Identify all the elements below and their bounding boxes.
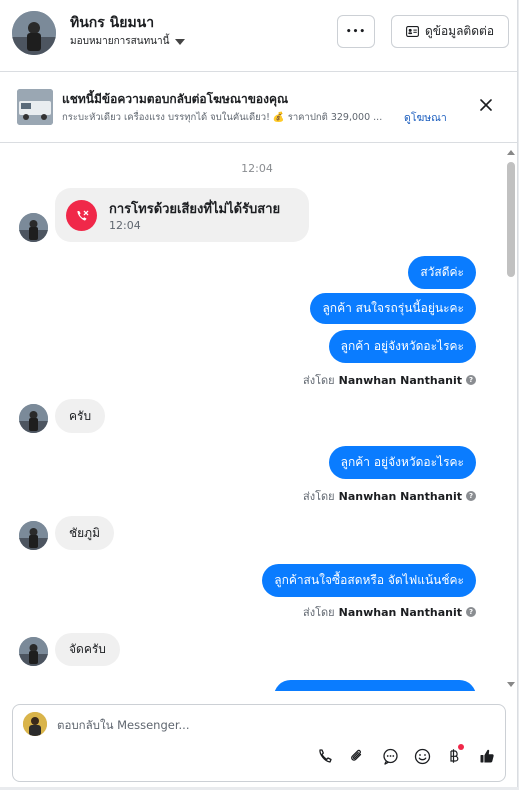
sent-by-name: Nanwhan Nanthanit [338, 489, 462, 503]
phone-icon[interactable] [315, 746, 335, 766]
reply-input[interactable] [57, 715, 477, 735]
ad-thumbnail[interactable] [17, 89, 53, 125]
chat-bubble-icon[interactable] [380, 746, 400, 766]
scrollbar-thumb[interactable] [507, 162, 515, 277]
notification-dot [458, 744, 464, 750]
contact-avatar-small[interactable] [19, 404, 48, 433]
view-contact-info-button[interactable]: ดูข้อมูลติดต่อ [391, 15, 509, 48]
sent-by-name: Nanwhan Nanthanit [338, 373, 462, 387]
sent-by-prefix: ส่งโดย [303, 374, 335, 387]
ad-banner-description: กระบะหัวเดียว เครื่องแรง บรรทุกได้ จบในค… [62, 112, 383, 123]
ad-banner-title: แชทนี้มีข้อความตอบกลับต่อโฆษณาของคุณ [62, 92, 289, 106]
contact-card-icon [406, 26, 419, 37]
outgoing-message[interactable]: ลูกค้า สนใจรถรุ่นนี้อยู่นะคะ [310, 293, 476, 324]
outgoing-message-partial[interactable] [274, 680, 476, 691]
missed-call-icon [66, 200, 97, 231]
missed-call-bubble[interactable]: การโทรด้วยเสียงที่ไม่ได้รับสาย 12:04 [55, 188, 309, 242]
close-icon[interactable] [476, 95, 496, 115]
sent-by-prefix: ส่งโดย [303, 606, 335, 619]
outgoing-message[interactable]: ลูกค้าสนใจซื้อสดหรือ จัดไฟแน้นช์คะ [262, 564, 476, 597]
thumbs-up-icon[interactable] [477, 746, 497, 766]
scroll-down-arrow[interactable] [507, 682, 515, 687]
sent-by-name: Nanwhan Nanthanit [338, 605, 462, 619]
outgoing-message[interactable]: ลูกค้า อยู่จังหวัดอะไรคะ [328, 330, 476, 363]
incoming-message[interactable]: จัดครับ [55, 633, 120, 666]
sent-by-label: ส่งโดย Nanwhan Nanthanit ? [303, 487, 476, 505]
caret-down-icon [175, 38, 186, 45]
smiley-icon[interactable] [412, 746, 432, 766]
more-label: ••• [345, 26, 367, 37]
reply-composer [12, 704, 506, 782]
sent-by-label: ส่งโดย Nanwhan Nanthanit ? [303, 371, 476, 389]
chat-panel: ทินกร นิยมนา มอบหมายการสนทนานี้ ••• ดูข้… [0, 0, 518, 787]
thread-scrollbar[interactable] [506, 144, 516, 691]
scroll-up-arrow[interactable] [507, 150, 515, 155]
view-ad-link[interactable]: ดูโฆษณา [404, 109, 447, 126]
more-options-button[interactable]: ••• [337, 15, 375, 48]
conversation-header: ทินกร นิยมนา มอบหมายการสนทนานี้ ••• ดูข้… [0, 0, 518, 72]
assign-conversation-dropdown[interactable]: มอบหมายการสนทนานี้ [70, 34, 186, 49]
contact-avatar-small[interactable] [19, 521, 48, 550]
thread-timestamp: 12:04 [241, 162, 273, 175]
help-icon[interactable]: ? [466, 375, 476, 385]
sent-by-prefix: ส่งโดย [303, 490, 335, 503]
outgoing-message[interactable]: สวัสดีค่ะ [408, 256, 476, 289]
view-contact-info-label: ดูข้อมูลติดต่อ [424, 24, 495, 38]
missed-call-time: 12:04 [109, 219, 141, 232]
contact-avatar-small[interactable] [19, 637, 48, 666]
baht-icon[interactable] [444, 744, 464, 766]
contact-avatar[interactable] [12, 11, 56, 55]
incoming-message[interactable]: ชัยภูมิ [55, 516, 114, 550]
missed-call-title: การโทรด้วยเสียงที่ไม่ได้รับสาย [109, 202, 281, 217]
help-icon[interactable]: ? [466, 491, 476, 501]
assign-label: มอบหมายการสนทนานี้ [70, 36, 170, 47]
contact-avatar-small[interactable] [19, 213, 48, 242]
page-avatar [23, 712, 47, 736]
incoming-message[interactable]: ครับ [55, 399, 106, 433]
sent-by-label: ส่งโดย Nanwhan Nanthanit ? [303, 603, 476, 621]
help-icon[interactable]: ? [466, 607, 476, 617]
contact-name[interactable]: ทินกร นิยมนา [70, 12, 154, 34]
ad-reply-banner: แชทนี้มีข้อความตอบกลับต่อโฆษณาของคุณ กระ… [0, 73, 518, 143]
paperclip-icon[interactable] [347, 746, 367, 766]
message-thread[interactable]: 12:04 การโทรด้วยเสียงที่ไม่ได้รับสาย 12:… [0, 144, 506, 691]
outgoing-message[interactable]: ลูกค้า อยู่จังหวัดอะไรคะ [328, 446, 476, 479]
